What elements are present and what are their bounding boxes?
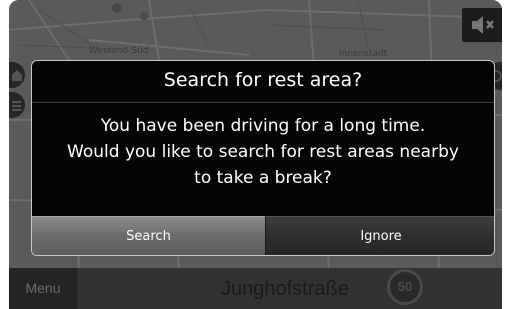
navigation-screen: Westend-Süd Innenstadt Menu Junghofstraß…: [9, 0, 502, 309]
dialog-title: Search for rest area?: [163, 69, 363, 91]
street-name: Junghofstraße: [221, 278, 349, 300]
dialog-message: You have been driving for a long time. W…: [32, 113, 494, 191]
dialog-divider: [32, 102, 494, 103]
dialog-message-line: Would you like to search for rest areas …: [67, 142, 459, 162]
dialog-message-line: to take a break?: [194, 168, 332, 188]
mute-button[interactable]: [462, 8, 502, 42]
rest-area-dialog: Search for rest area? You have been driv…: [31, 60, 495, 256]
menu-list-icon: [12, 101, 21, 111]
map-label-innenstadt: Innenstadt: [339, 49, 388, 59]
home-icon: [12, 70, 22, 81]
speed-limit-icon: 50: [387, 269, 423, 305]
dialog-button-row: Search Ignore: [32, 216, 494, 255]
search-button[interactable]: Search: [32, 216, 265, 255]
menu-button[interactable]: Menu: [9, 268, 77, 309]
current-street-panel: Junghofstraße 50: [77, 268, 502, 309]
map-label-westend: Westend-Süd: [89, 46, 149, 56]
list-button[interactable]: [9, 92, 25, 118]
bottom-bar: Menu Junghofstraße 50: [9, 268, 502, 309]
home-button[interactable]: [9, 62, 25, 88]
ignore-button[interactable]: Ignore: [265, 216, 494, 255]
mute-speaker-icon: [472, 16, 494, 34]
dialog-message-line: You have been driving for a long time.: [100, 116, 426, 136]
